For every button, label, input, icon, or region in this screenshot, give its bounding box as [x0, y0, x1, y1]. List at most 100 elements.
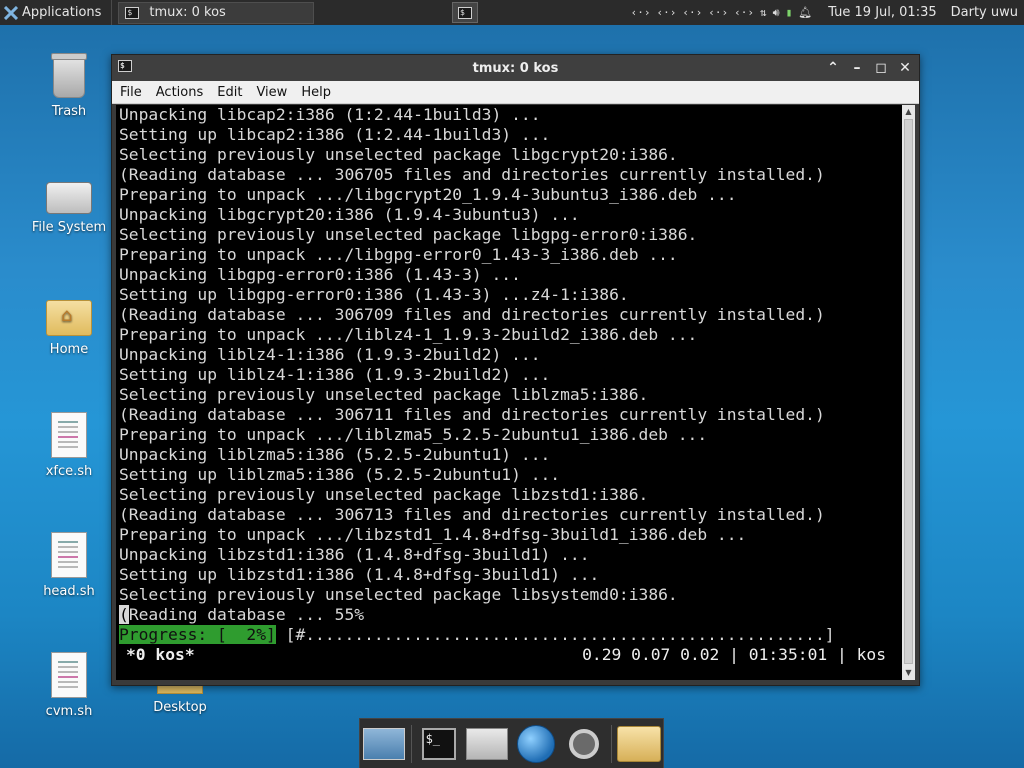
desktop-icon-cvm-sh[interactable]: cvm.sh: [24, 652, 114, 719]
terminal-line: Selecting previously unselected package …: [119, 225, 698, 244]
system-tray: ‹·› ‹·› ‹·› ‹·› ‹·› ⇅ 🔊︎ ▮ 🔔︎ Tue 19 Jul…: [631, 0, 1024, 25]
terminal-line: Selecting previously unselected package …: [119, 585, 678, 604]
roll-up-icon[interactable]: ⌃: [823, 58, 843, 78]
dock-separator: [611, 724, 613, 763]
menu-actions[interactable]: Actions: [148, 85, 210, 100]
progress-bar: [#......................................…: [275, 625, 835, 644]
terminal-line: Unpacking libzstd1:i386 (1.4.8+dfsg-3bui…: [119, 545, 590, 564]
terminal-icon: $: [125, 6, 140, 19]
desktop-icon-xfce-sh[interactable]: xfce.sh: [24, 412, 114, 479]
window-titlebar[interactable]: $ tmux: 0 kos ⌃ – ◻ ✕: [112, 55, 919, 81]
scroll-up-icon[interactable]: ▲: [902, 105, 915, 119]
volume-icon[interactable]: 🔊︎: [773, 6, 780, 20]
top-panel: Applications $ tmux: 0 kos $ ‹·› ‹·› ‹·›…: [0, 0, 1024, 25]
terminal-line: Selecting previously unselected package …: [119, 145, 678, 164]
terminal-icon: $_: [421, 727, 456, 760]
bottom-dock: $_: [359, 718, 664, 768]
menu-view[interactable]: View: [248, 85, 293, 100]
applications-label: Applications: [22, 5, 102, 20]
terminal-line: Preparing to unpack .../liblz4-1_1.9.3-2…: [119, 325, 698, 344]
folder-icon: [616, 725, 661, 762]
menu-file[interactable]: File: [112, 85, 148, 100]
terminal-line: Unpacking liblz4-1:i386 (1.9.3-2build2) …: [119, 345, 541, 364]
desktop-icon-head-sh[interactable]: head.sh: [24, 532, 114, 599]
desktop-icon-file-system[interactable]: File System: [24, 182, 114, 235]
battery-icon[interactable]: ▮: [786, 6, 793, 19]
desktop-icon-label: Desktop: [153, 700, 207, 715]
script-file-icon: [51, 412, 87, 458]
desktop-icon-trash[interactable]: Trash: [24, 53, 114, 119]
terminal-line: (Reading database ... 306711 files and d…: [119, 405, 825, 424]
desktop-icon-label: cvm.sh: [45, 704, 93, 719]
file-manager-icon: [466, 727, 509, 760]
terminal-scrollbar[interactable]: ▲ ▼: [902, 105, 915, 680]
reading-database-text: Reading database ... 55%: [128, 605, 365, 624]
close-icon[interactable]: ✕: [895, 58, 915, 78]
taskbar-item-tmux[interactable]: $ tmux: 0 kos: [118, 1, 315, 24]
script-file-icon: [51, 652, 87, 698]
app-finder-icon: [569, 728, 600, 759]
minimize-icon[interactable]: –: [847, 58, 867, 78]
trash-icon: [51, 53, 87, 98]
apt-progress-line: Progress: [ 2%] [#......................…: [119, 625, 902, 645]
terminal-icon[interactable]: $: [118, 60, 132, 72]
terminal-line: Preparing to unpack .../libgcrypt20_1.9.…: [119, 185, 737, 204]
maximize-icon[interactable]: ◻: [871, 58, 891, 78]
network-icon[interactable]: ‹·›: [631, 6, 651, 19]
scroll-down-icon[interactable]: ▼: [902, 666, 915, 680]
panel-separator: [111, 0, 113, 25]
transfer-icon[interactable]: ⇅: [760, 6, 767, 19]
desktop-icon-home[interactable]: Home: [24, 300, 114, 357]
progress-label: Progress: [ 2%]: [119, 625, 276, 644]
terminal-line: Unpacking libgpg-error0:i386 (1.43-3) ..…: [119, 265, 521, 284]
home-folder-icon: [46, 300, 92, 336]
applications-menu-button[interactable]: Applications: [0, 0, 105, 25]
dock-show-desktop[interactable]: [362, 722, 406, 766]
notification-icon[interactable]: 🔔︎: [798, 6, 812, 19]
terminal-line: Selecting previously unselected package …: [119, 485, 649, 504]
desktop-icon-label: Home: [49, 342, 89, 357]
clock[interactable]: Tue 19 Jul, 01:35: [828, 5, 936, 20]
terminal-line: Preparing to unpack .../libgpg-error0_1.…: [119, 245, 678, 264]
dock-folder[interactable]: [616, 722, 661, 766]
terminal-line: Selecting previously unselected package …: [119, 385, 649, 404]
terminal-line: Preparing to unpack .../liblzma5_5.2.5-2…: [119, 425, 708, 444]
terminal-line: (Reading database ... 306705 files and d…: [119, 165, 825, 184]
dock-app-finder[interactable]: [562, 722, 606, 766]
web-browser-icon: [516, 724, 555, 763]
dock-web-browser[interactable]: [514, 722, 558, 766]
terminal-line: Preparing to unpack .../libzstd1_1.4.8+d…: [119, 525, 747, 544]
desktop-icon-label: xfce.sh: [45, 464, 93, 479]
desktop-icon-label: head.sh: [43, 584, 95, 599]
terminal-output[interactable]: Unpacking libcap2:i386 (1:2.44-1build3) …: [116, 105, 902, 680]
terminal-line: Setting up liblz4-1:i386 (1.9.3-2build2)…: [119, 365, 551, 384]
tmux-status-right: 0.29 0.07 0.02 | 01:35:01 | kos: [582, 645, 886, 664]
dock-separator: [410, 724, 412, 763]
user-menu[interactable]: Darty uwu: [951, 5, 1018, 20]
disk-icon: [46, 182, 92, 214]
network-icon[interactable]: ‹·›: [657, 6, 677, 19]
network-icon[interactable]: ‹·›: [682, 6, 702, 19]
menu-edit[interactable]: Edit: [209, 85, 248, 100]
terminal-line: Setting up libcap2:i386 (1:2.44-1build3)…: [119, 125, 551, 144]
dock-terminal[interactable]: $_: [417, 722, 461, 766]
dock-file-manager[interactable]: [465, 722, 509, 766]
terminal-window: $ tmux: 0 kos ⌃ – ◻ ✕ File Actions Edit …: [111, 54, 920, 686]
tmux-window-list[interactable]: *0 kos*: [126, 645, 195, 665]
menu-bar: File Actions Edit View Help: [112, 81, 919, 104]
terminal-line: (Reading database ... 306709 files and d…: [119, 305, 825, 324]
terminal-line: Setting up liblzma5:i386 (5.2.5-2ubuntu1…: [119, 465, 561, 484]
network-icon[interactable]: ‹·›: [734, 6, 754, 19]
terminal-line: (Reading database ... 306713 files and d…: [119, 505, 825, 524]
network-icon[interactable]: ‹·›: [708, 6, 728, 19]
desktop-icon-label: File System: [31, 220, 107, 235]
xfce-logo-icon: [4, 5, 18, 20]
scrollbar-thumb[interactable]: [904, 119, 913, 664]
terminal-line: Setting up libzstd1:i386 (1.4.8+dfsg-3bu…: [119, 565, 600, 584]
workspace-switcher[interactable]: $: [452, 2, 478, 23]
menu-help[interactable]: Help: [293, 85, 337, 100]
terminal-line: Unpacking libcap2:i386 (1:2.44-1build3) …: [119, 105, 541, 124]
terminal-line: Setting up libgpg-error0:i386 (1.43-3) .…: [119, 285, 629, 304]
terminal-text: Unpacking libcap2:i386 (1:2.44-1build3) …: [116, 105, 902, 645]
terminal-line: Unpacking liblzma5:i386 (5.2.5-2ubuntu1)…: [119, 445, 551, 464]
